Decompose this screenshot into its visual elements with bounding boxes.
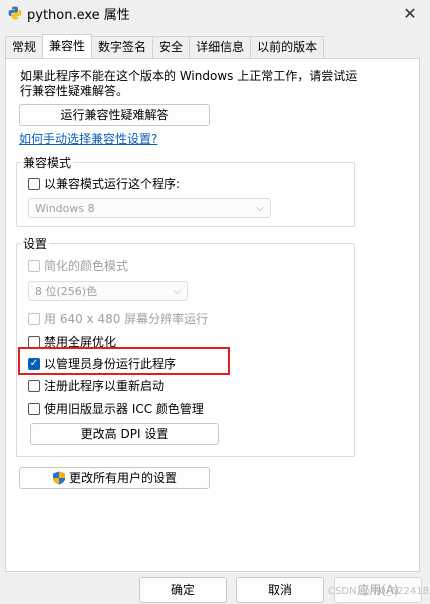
checkbox-box	[28, 177, 40, 190]
register-restart-label: 注册此程序以重新启动	[44, 379, 165, 393]
tab-security[interactable]: 安全	[152, 36, 191, 58]
highlight-box	[18, 347, 230, 375]
reduced-color-label: 简化的颜色模式	[44, 259, 129, 273]
os-version-select[interactable]: Windows 8 ⌵	[28, 198, 271, 218]
tab-compatibility[interactable]: 兼容性	[42, 34, 93, 58]
run-troubleshooter-button[interactable]: 运行兼容性疑难解答	[19, 104, 210, 126]
tab-details[interactable]: 详细信息	[189, 36, 252, 58]
register-restart-checkbox[interactable]: 注册此程序以重新启动	[28, 377, 164, 394]
change-all-users-button[interactable]: 更改所有用户的设置	[19, 467, 210, 489]
checkbox-box	[28, 402, 40, 415]
tab-general[interactable]: 常规	[5, 36, 44, 58]
compat-mode-group-label: 兼容模式	[21, 154, 74, 171]
color-mode-select[interactable]: 8 位(256)色 ⌵	[28, 281, 188, 301]
checkbox-box	[28, 379, 40, 392]
close-icon: ✕	[403, 3, 417, 23]
cancel-button[interactable]: 取消	[236, 577, 324, 603]
title-bar: python.exe 属性 ✕	[0, 0, 430, 30]
chevron-down-icon: ⌵	[256, 203, 264, 214]
tab-digital-signatures[interactable]: 数字签名	[91, 36, 154, 58]
resolution-640-checkbox[interactable]: 用 640 x 480 屏幕分辨率运行	[28, 310, 208, 327]
tab-previous-versions[interactable]: 以前的版本	[250, 36, 325, 58]
reduced-color-checkbox[interactable]: 简化的颜色模式	[28, 257, 128, 274]
close-button[interactable]: ✕	[390, 0, 430, 26]
manual-settings-link[interactable]: 如何手动选择兼容性设置?	[19, 130, 157, 147]
os-version-value: Windows 8	[35, 202, 95, 215]
watermark: CSDN @m0_52241833	[328, 586, 430, 597]
checkbox-box	[28, 312, 40, 325]
change-dpi-button[interactable]: 更改高 DPI 设置	[30, 423, 219, 445]
tab-bar: 常规 兼容性 数字签名 安全 详细信息 以前的版本	[5, 34, 325, 58]
compat-mode-label: 以兼容模式运行这个程序:	[44, 177, 181, 191]
checkbox-box	[28, 259, 40, 272]
ok-button[interactable]: 确定	[139, 577, 227, 603]
compat-mode-checkbox[interactable]: 以兼容模式运行这个程序:	[28, 175, 180, 192]
chevron-down-icon: ⌵	[173, 286, 181, 297]
window-title: python.exe 属性	[27, 8, 130, 23]
change-all-users-label: 更改所有用户的设置	[68, 471, 177, 485]
settings-group-label: 设置	[21, 235, 50, 252]
compatibility-panel: 如果此程序不能在这个版本的 Windows 上正常工作，请尝试运行兼容性疑难解答…	[5, 58, 420, 572]
legacy-icc-checkbox[interactable]: 使用旧版显示器 ICC 颜色管理	[28, 400, 204, 417]
uac-shield-icon	[52, 471, 65, 485]
color-mode-value: 8 位(256)色	[35, 285, 98, 298]
intro-text: 如果此程序不能在这个版本的 Windows 上正常工作，请尝试运行兼容性疑难解答…	[20, 69, 358, 98]
resolution-640-label: 用 640 x 480 屏幕分辨率运行	[44, 312, 209, 326]
checkbox-box	[28, 335, 40, 348]
legacy-icc-label: 使用旧版显示器 ICC 颜色管理	[44, 402, 204, 416]
python-icon	[8, 6, 22, 20]
compat-mode-group: 兼容模式 以兼容模式运行这个程序: Windows 8 ⌵	[16, 154, 355, 227]
